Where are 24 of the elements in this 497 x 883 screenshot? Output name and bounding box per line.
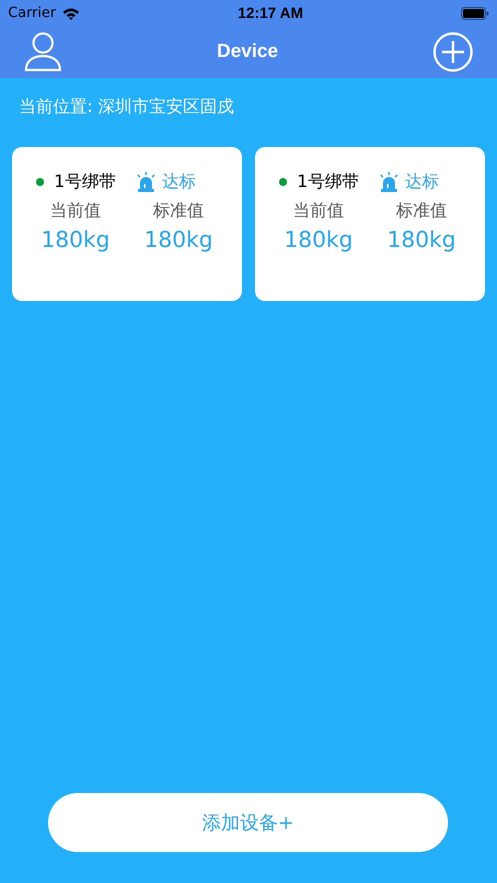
battery-icon [460,6,489,20]
alarm-light-icon [379,172,399,192]
standard-label: 标准值 [152,200,205,222]
standard-label: 标准值 [395,200,448,222]
device-card[interactable]: 1号绑带 达标 当前值 标准值 180kg 180kg [255,147,485,301]
standard-value: 180kg [386,228,457,253]
device-name: 1号绑带 [297,171,360,193]
current-label: 当前值 [49,200,102,222]
current-value: 180kg [40,228,111,253]
nav-title: Device [216,41,278,63]
alarm-light-icon [136,172,156,192]
carrier-name: Carrier [8,5,56,21]
current-label: 当前值 [292,200,345,222]
standard-value: 180kg [143,228,214,253]
status-text: 达标 [405,171,439,193]
status-text: 达标 [162,171,196,193]
location-text: 当前位置: 深圳市宝安区固戍 [18,96,236,118]
wifi-icon [62,6,80,20]
status-time: 12:17 AM [238,4,304,22]
device-card[interactable]: 1号绑带 达标 当前值 标准值 180kg 180kg [12,147,242,301]
device-name: 1号绑带 [54,171,117,193]
add-icon[interactable] [433,32,473,72]
current-value: 180kg [283,228,354,253]
user-icon[interactable] [24,32,62,72]
